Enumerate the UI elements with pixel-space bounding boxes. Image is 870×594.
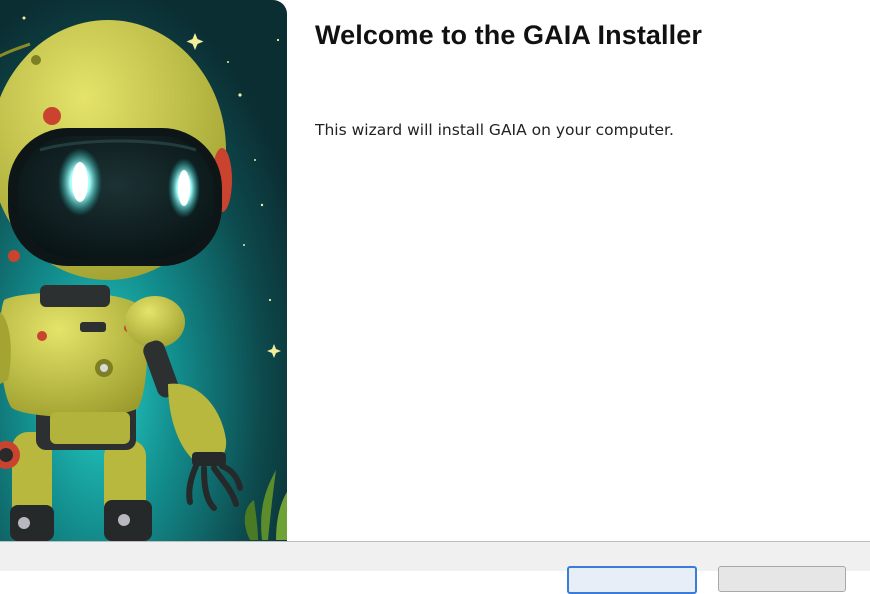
wizard-description: This wizard will install GAIA on your co… [315, 121, 674, 139]
wizard-title: Welcome to the GAIA Installer [315, 20, 702, 50]
wizard-button-bar [0, 541, 870, 594]
wizard-banner-image [0, 0, 287, 541]
wizard-content: Welcome to the GAIA Installer This wizar… [288, 0, 870, 541]
robot-illustration [0, 0, 287, 541]
next-button[interactable] [567, 566, 697, 594]
